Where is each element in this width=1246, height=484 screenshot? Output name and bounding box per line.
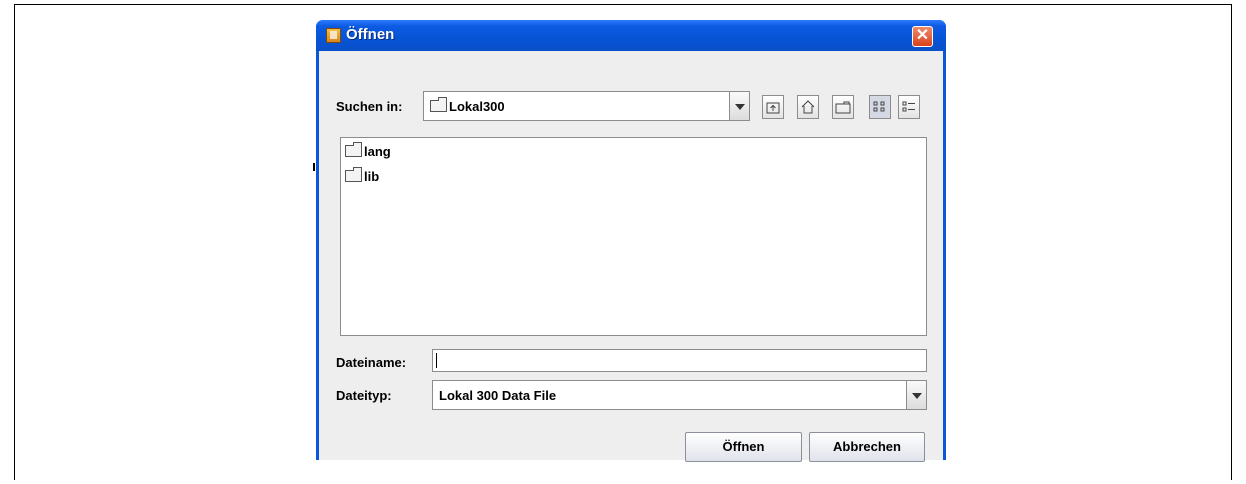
look-in-value: Lokal300 <box>430 97 505 114</box>
filename-field[interactable] <box>432 349 927 372</box>
new-folder-button[interactable] <box>832 95 854 119</box>
details-view-icon <box>902 101 915 112</box>
look-in-label: Suchen in: <box>336 99 403 114</box>
filetype-value: Lokal 300 Data File <box>439 388 557 403</box>
filetype-combo[interactable]: Lokal 300 Data File <box>432 380 927 410</box>
dialog-content: Suchen in: Lokal300 lang lib Dateiname: … <box>319 51 943 462</box>
chevron-down-icon[interactable] <box>729 92 749 120</box>
list-view-icon <box>873 101 885 112</box>
new-folder-icon <box>835 101 851 114</box>
home-button[interactable] <box>797 95 819 119</box>
look-in-combo[interactable]: Lokal300 <box>423 91 750 121</box>
title-bar[interactable]: Öffnen ✕ <box>316 20 946 51</box>
java-cup-icon <box>326 28 341 43</box>
list-item-label: lib <box>364 169 380 184</box>
cancel-button[interactable]: Abbrechen <box>809 432 925 462</box>
filename-label: Dateiname: <box>336 355 407 370</box>
open-dialog: Öffnen ✕ Suchen in: Lokal300 lang lib Da… <box>316 20 946 462</box>
up-folder-icon <box>766 102 780 114</box>
dialog-title: Öffnen <box>346 26 395 43</box>
file-list[interactable]: lang lib <box>340 137 927 336</box>
folder-icon <box>345 167 362 182</box>
close-button[interactable]: ✕ <box>912 26 933 47</box>
look-in-value-text: Lokal300 <box>449 99 505 114</box>
up-folder-button[interactable] <box>762 95 784 119</box>
list-item[interactable]: lang <box>345 142 391 159</box>
folder-icon <box>345 142 362 157</box>
home-icon <box>801 100 815 114</box>
list-item[interactable]: lib <box>345 167 380 184</box>
open-button[interactable]: Öffnen <box>685 432 802 462</box>
folder-icon <box>430 97 447 112</box>
list-view-button[interactable] <box>869 95 891 119</box>
list-item-label: lang <box>364 144 391 159</box>
details-view-button[interactable] <box>898 95 920 119</box>
text-caret <box>436 353 437 368</box>
background-mark <box>313 163 315 171</box>
chevron-down-icon[interactable] <box>906 381 926 409</box>
filetype-label: Dateityp: <box>336 388 392 403</box>
